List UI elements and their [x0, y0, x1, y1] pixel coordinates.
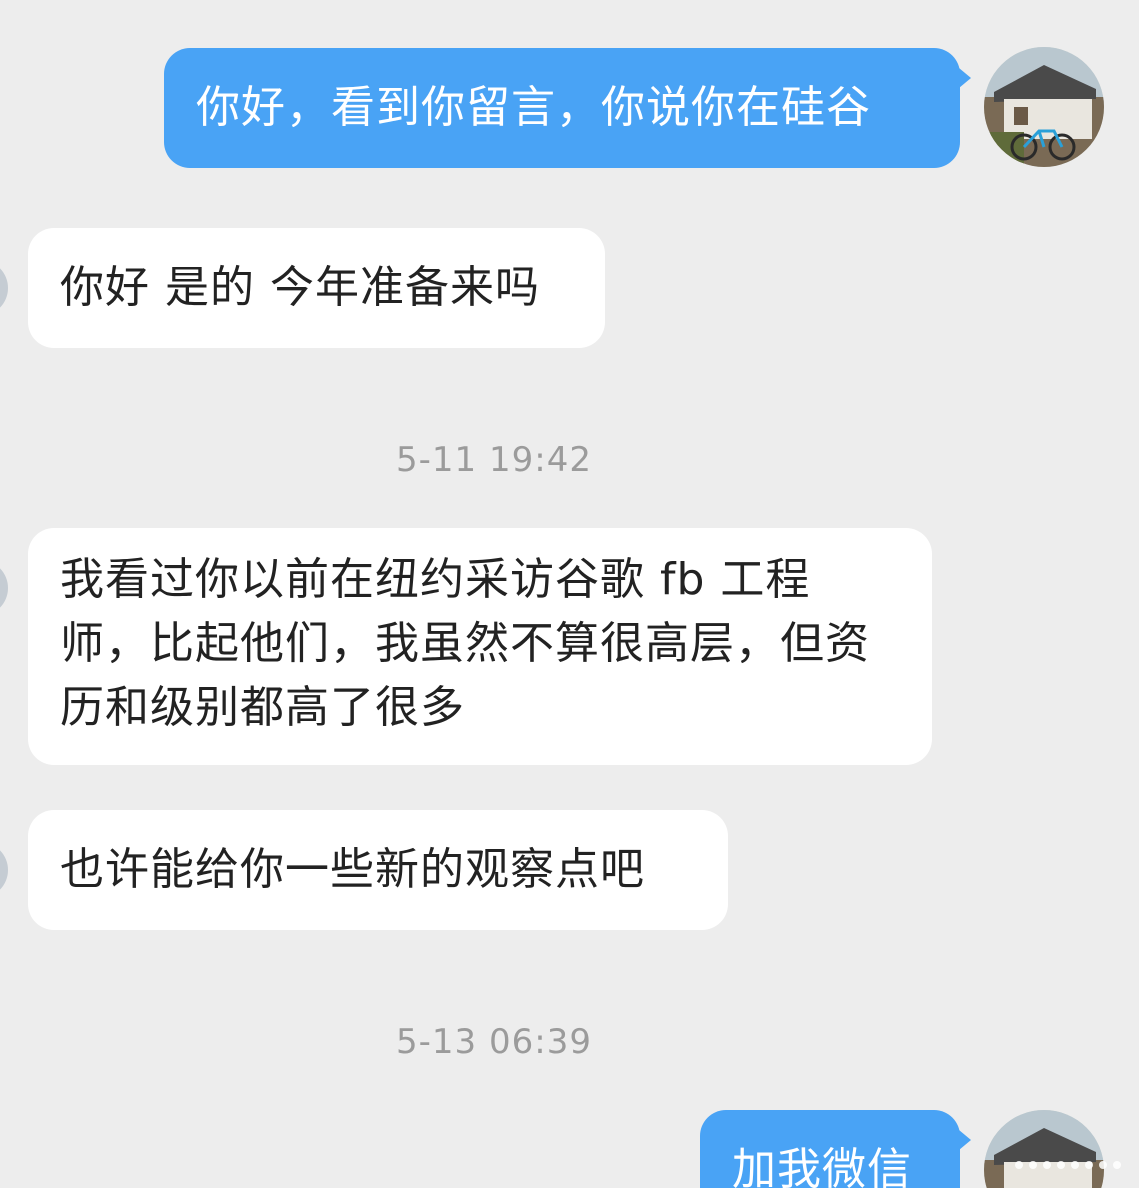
contact-avatar[interactable]	[0, 560, 8, 616]
self-avatar[interactable]	[984, 47, 1104, 167]
outgoing-message-bubble[interactable]: 加我微信	[700, 1110, 971, 1188]
incoming-message-bubble[interactable]: 我看过你以前在纽约采访谷歌 fb 工程师，比起他们，我虽然不算很高层，但资历和级…	[28, 528, 932, 765]
contact-avatar[interactable]	[0, 260, 8, 316]
chat-window: 你好，看到你留言，你说你在硅谷 你好 是的 今年准备来吗 5-11 19:42 …	[0, 0, 1139, 1188]
message-timestamp: 5-13 06:39	[396, 1022, 592, 1062]
contact-avatar[interactable]	[0, 842, 8, 898]
incoming-message-bubble[interactable]: 也许能给你一些新的观察点吧	[28, 810, 728, 930]
incoming-message-bubble[interactable]: 你好 是的 今年准备来吗	[28, 228, 605, 348]
message-timestamp: 5-11 19:42	[396, 440, 592, 480]
house-and-bicycle-photo-icon	[984, 47, 1104, 167]
outgoing-message-bubble[interactable]: 你好，看到你留言，你说你在硅谷	[164, 48, 971, 168]
watermark-icon	[1015, 1161, 1121, 1169]
